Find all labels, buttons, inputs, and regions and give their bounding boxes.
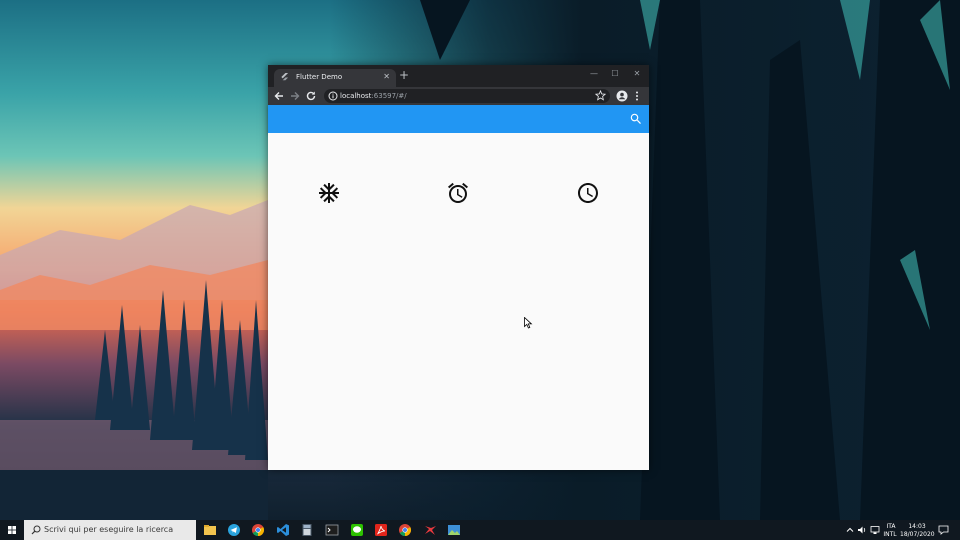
url-path: :63597/#/ (371, 92, 407, 100)
tab-title: Flutter Demo (296, 73, 343, 81)
keyboard-layout[interactable]: INTL (882, 531, 898, 538)
search-icon (31, 525, 41, 535)
wechat-icon[interactable] (350, 523, 364, 537)
photos-icon[interactable] (447, 523, 461, 537)
game-icon[interactable] (423, 523, 437, 537)
terminal-icon[interactable] (325, 523, 339, 537)
url-text: localhost:63597/#/ (340, 90, 407, 102)
forward-arrow-icon[interactable] (288, 89, 302, 103)
chevron-up-icon[interactable] (846, 526, 854, 534)
access-alarm-icon (448, 182, 468, 203)
maximize-button[interactable]: ☐ (605, 67, 625, 81)
network-icon[interactable] (870, 525, 880, 535)
calculator-icon[interactable] (300, 523, 314, 537)
new-tab-button[interactable]: + (398, 68, 410, 82)
tab-close-button[interactable]: ✕ (383, 72, 390, 82)
chrome-icon[interactable] (398, 523, 412, 537)
windows-start-icon[interactable] (0, 520, 24, 540)
access-time-icon (578, 183, 598, 203)
telegram-icon[interactable] (227, 523, 241, 537)
ac-unit-icon (319, 183, 339, 203)
site-info-icon[interactable] (328, 91, 338, 101)
taskbar-search-box[interactable]: Scrivi qui per eseguire la ricerca (24, 520, 196, 540)
browser-toolbar: localhost:63597/#/ (268, 87, 649, 105)
account-icon[interactable] (616, 90, 628, 102)
acrobat-icon[interactable] (374, 523, 388, 537)
clock-time[interactable]: 14:03 (902, 523, 932, 530)
url-host: localhost (340, 92, 372, 100)
search-icon[interactable] (629, 112, 643, 126)
notification-center-icon[interactable] (938, 525, 949, 535)
vscode-icon[interactable] (276, 523, 290, 537)
taskbar-search-placeholder: Scrivi qui per eseguire la ricerca (44, 525, 174, 534)
tab-strip: Flutter Demo ✕ + — ☐ ✕ (268, 65, 649, 87)
more-menu-icon[interactable] (632, 90, 642, 102)
chrome-icon[interactable] (251, 523, 265, 537)
close-window-button[interactable]: ✕ (627, 67, 647, 81)
app-body (268, 133, 649, 470)
volume-icon[interactable] (857, 525, 867, 535)
mouse-cursor-icon (524, 317, 533, 329)
app-bar (268, 105, 649, 133)
flutter-favicon-icon (281, 73, 289, 81)
taskbar: Scrivi qui per eseguire la ricerca ITA I… (0, 520, 960, 540)
keyboard-language[interactable]: ITA (884, 523, 898, 530)
bookmark-star-icon[interactable] (595, 90, 606, 101)
back-arrow-icon[interactable] (272, 89, 286, 103)
minimize-button[interactable]: — (584, 67, 604, 81)
address-bar[interactable]: localhost:63597/#/ (324, 89, 610, 103)
browser-window: Flutter Demo ✕ + — ☐ ✕ localhost:63597/#… (268, 65, 649, 470)
reload-icon[interactable] (304, 89, 318, 103)
tab-flutter-demo[interactable]: Flutter Demo ✕ (274, 69, 396, 87)
clock-date[interactable]: 18/07/2020 (900, 531, 935, 538)
file-explorer-icon[interactable] (203, 523, 217, 537)
